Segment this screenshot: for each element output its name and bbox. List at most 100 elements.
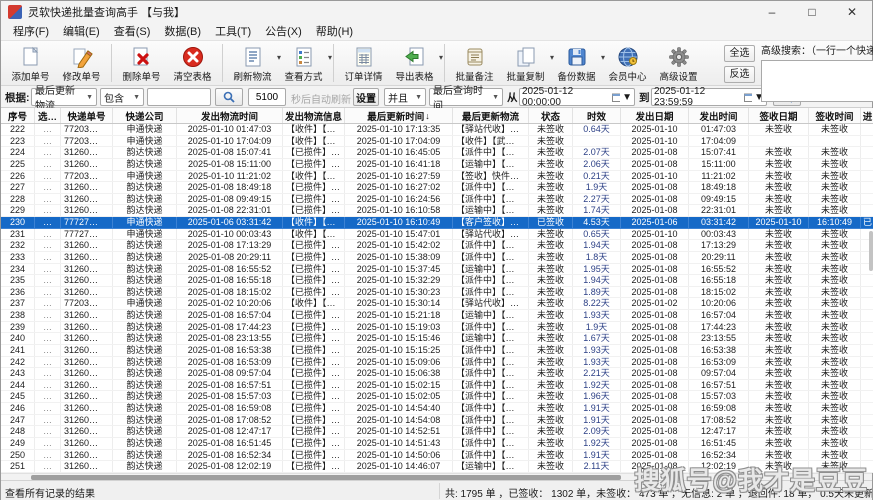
- member-center-button[interactable]: 会员中心: [602, 42, 653, 84]
- cell-days: 1.96天: [573, 391, 621, 402]
- cell-ship_time: 12:47:17: [689, 426, 749, 437]
- cell-sign_time: 未签收: [809, 426, 861, 437]
- advanced-settings-button[interactable]: 高级设置: [653, 42, 704, 84]
- table-row[interactable]: 222…77203…申通快递2025-01-10 01:47:03【收件】【…2…: [1, 124, 873, 136]
- search-button[interactable]: [215, 88, 243, 106]
- cell-company: 申通快递: [113, 229, 177, 240]
- batch-note-button[interactable]: 批量备注: [449, 42, 500, 84]
- batch-copy-button[interactable]: 批量复制 ▾: [500, 42, 551, 84]
- and-or-select[interactable]: 并且▼: [384, 88, 426, 106]
- cell-tracking: 31260…: [61, 322, 113, 333]
- clear-table-button[interactable]: 清空表格: [167, 42, 218, 84]
- cell-sign_date: 未签收: [749, 333, 809, 344]
- table-row[interactable]: 230…77727…申通快递2025-01-06 03:31:42【收件】【…2…: [1, 217, 873, 229]
- table-row[interactable]: 240…31260…韵达快递2025-01-08 23:13:55【已揽件】…2…: [1, 333, 873, 345]
- view-mode-button[interactable]: 查看方式 ▾: [278, 42, 329, 84]
- table-row[interactable]: 234…31260…韵达快递2025-01-08 16:55:52【已揽件】…2…: [1, 264, 873, 276]
- cell-updated_info: 【驿站代收】…: [453, 124, 529, 135]
- maximize-button[interactable]: □: [792, 1, 832, 23]
- table-row[interactable]: 228…31260…韵达快递2025-01-08 09:49:15【已揽件】…2…: [1, 194, 873, 206]
- checklist-icon: [293, 45, 315, 68]
- cell-days: 1.67天: [573, 333, 621, 344]
- table-row[interactable]: 247…31260…韵达快递2025-01-08 17:08:52【已揽件】…2…: [1, 415, 873, 427]
- table-row[interactable]: 246…31260…韵达快递2025-01-08 16:59:08【已揽件】…2…: [1, 403, 873, 415]
- table-row[interactable]: 236…31260…韵达快递2025-01-08 18:15:02【已揽件】…2…: [1, 287, 873, 299]
- backup-data-button[interactable]: 备份数据 ▾: [551, 42, 602, 84]
- cell-sel: …: [35, 217, 61, 228]
- export-table-button[interactable]: 导出表格 ▾: [389, 42, 440, 84]
- menu-view[interactable]: 查看(S): [107, 23, 158, 41]
- dropdown-arrow-icon[interactable]: ▾: [328, 53, 332, 62]
- column-header-no[interactable]: 序号: [1, 108, 35, 123]
- delete-number-button[interactable]: 删除单号: [116, 42, 167, 84]
- table-row[interactable]: 250…31260…韵达快递2025-01-08 16:52:34【已揽件】…2…: [1, 450, 873, 462]
- dropdown-arrow-icon[interactable]: ▾: [439, 53, 443, 62]
- column-header-sign_time[interactable]: 签收时间: [809, 108, 861, 123]
- menu-notice[interactable]: 公告(X): [258, 23, 309, 41]
- minimize-button[interactable]: –: [752, 1, 792, 23]
- close-button[interactable]: ✕: [832, 1, 872, 23]
- cell-progress: [861, 426, 873, 437]
- column-header-ship_time[interactable]: 发出时间: [689, 108, 749, 123]
- settings-button[interactable]: 设置: [353, 88, 379, 106]
- table-row[interactable]: 245…31260…韵达快递2025-01-08 15:57:03【已揽件】…2…: [1, 391, 873, 403]
- column-header-sent_info[interactable]: 发出物流信息: [283, 108, 345, 123]
- keyword-input[interactable]: [147, 88, 211, 106]
- column-header-ship_date[interactable]: 发出日期: [621, 108, 689, 123]
- order-detail-button[interactable]: 订单详情: [338, 42, 389, 84]
- from-date-input[interactable]: 2025-01-12 00:00:00 ▼: [519, 88, 635, 106]
- cell-tracking: 31260…: [61, 438, 113, 449]
- column-header-days[interactable]: 时效: [573, 108, 621, 123]
- table-row[interactable]: 241…31260…韵达快递2025-01-08 16:53:38【已揽件】…2…: [1, 345, 873, 357]
- cell-sel: …: [35, 229, 61, 240]
- menu-data[interactable]: 数据(B): [157, 23, 208, 41]
- column-header-progress[interactable]: 进: [861, 108, 873, 123]
- table-row[interactable]: 227…31260…韵达快递2025-01-08 18:49:18【已揽件】…2…: [1, 182, 873, 194]
- menu-help[interactable]: 帮助(H): [309, 23, 360, 41]
- column-header-sel[interactable]: 选…: [35, 108, 61, 123]
- table-row[interactable]: 224…31260…韵达快递2025-01-08 15:07:41【已揽件】…2…: [1, 147, 873, 159]
- menu-tools[interactable]: 工具(T): [208, 23, 258, 41]
- table-row[interactable]: 225…31260…韵达快递2025-01-08 15:11:00【已揽件】…2…: [1, 159, 873, 171]
- table-row[interactable]: 223…77203…申通快递2025-01-10 17:04:09【收件】【…2…: [1, 136, 873, 148]
- column-header-status[interactable]: 状态: [529, 108, 573, 123]
- time-field-select[interactable]: 最后查询时间▼: [429, 88, 503, 106]
- table-row[interactable]: 226…77203…申通快递2025-01-10 11:21:02【收件】【…2…: [1, 171, 873, 183]
- table-row[interactable]: 231…77727…申通快递2025-01-10 00:03:43【收件】【…2…: [1, 229, 873, 241]
- cell-sign_date: 未签收: [749, 205, 809, 216]
- column-header-company[interactable]: 快递公司: [113, 108, 177, 123]
- table-row[interactable]: 233…31260…韵达快递2025-01-08 20:29:11【已揽件】…2…: [1, 252, 873, 264]
- menu-program[interactable]: 程序(F): [6, 23, 56, 41]
- table-row[interactable]: 243…31260…韵达快递2025-01-08 09:57:04【已揽件】…2…: [1, 368, 873, 380]
- refresh-interval-input[interactable]: [248, 88, 286, 106]
- basis-label: 根据:: [5, 90, 30, 105]
- to-date-input[interactable]: 2025-01-12 23:59:59 ▼: [651, 88, 767, 106]
- table-row[interactable]: 248…31260…韵达快递2025-01-08 12:47:17【已揽件】…2…: [1, 426, 873, 438]
- column-header-sign_date[interactable]: 签收日期: [749, 108, 809, 123]
- column-header-updated_info[interactable]: 最后更新物流: [453, 108, 529, 123]
- export-document-icon: [404, 45, 426, 68]
- column-header-tracking[interactable]: 快递单号: [61, 108, 113, 123]
- vertical-scrollbar-thumb[interactable]: [869, 231, 873, 271]
- edit-number-button[interactable]: 修改单号: [56, 42, 107, 84]
- table-row[interactable]: 229…31260…韵达快递2025-01-08 22:31:01【已揽件】…2…: [1, 205, 873, 217]
- table-row[interactable]: 237…77203…申通快递2025-01-02 10:20:06【收件】【…2…: [1, 298, 873, 310]
- select-all-button[interactable]: 全选: [724, 45, 755, 62]
- invert-select-button[interactable]: 反选: [724, 66, 755, 83]
- field-select[interactable]: 最后更新物流▼: [31, 88, 97, 106]
- table-row[interactable]: 244…31260…韵达快递2025-01-08 16:57:51【已揽件】…2…: [1, 380, 873, 392]
- table-row[interactable]: 235…31260…韵达快递2025-01-08 16:55:18【已揽件】…2…: [1, 275, 873, 287]
- operator-select[interactable]: 包含▼: [100, 88, 144, 106]
- add-number-button[interactable]: 添加单号: [5, 42, 56, 84]
- table-row[interactable]: 232…31260…韵达快递2025-01-08 17:13:29【已揽件】…2…: [1, 240, 873, 252]
- table-row[interactable]: 242…31260…韵达快递2025-01-08 16:53:09【已揽件】…2…: [1, 357, 873, 369]
- column-header-updated_time[interactable]: 最后更新时间↓: [345, 108, 453, 123]
- column-header-sent_time[interactable]: 发出物流时间: [177, 108, 283, 123]
- table-row[interactable]: 238…31260…韵达快递2025-01-08 16:57:04【已揽件】…2…: [1, 310, 873, 322]
- advanced-search-textarea[interactable]: [761, 60, 873, 102]
- table-row[interactable]: 239…31260…韵达快递2025-01-08 17:44:23【已揽件】…2…: [1, 322, 873, 334]
- cell-sign_date: 未签收: [749, 275, 809, 286]
- menu-edit[interactable]: 编辑(E): [56, 23, 107, 41]
- table-row[interactable]: 249…31260…韵达快递2025-01-08 16:51:45【已揽件】…2…: [1, 438, 873, 450]
- refresh-logistics-button[interactable]: 刷新物流 ▾: [227, 42, 278, 84]
